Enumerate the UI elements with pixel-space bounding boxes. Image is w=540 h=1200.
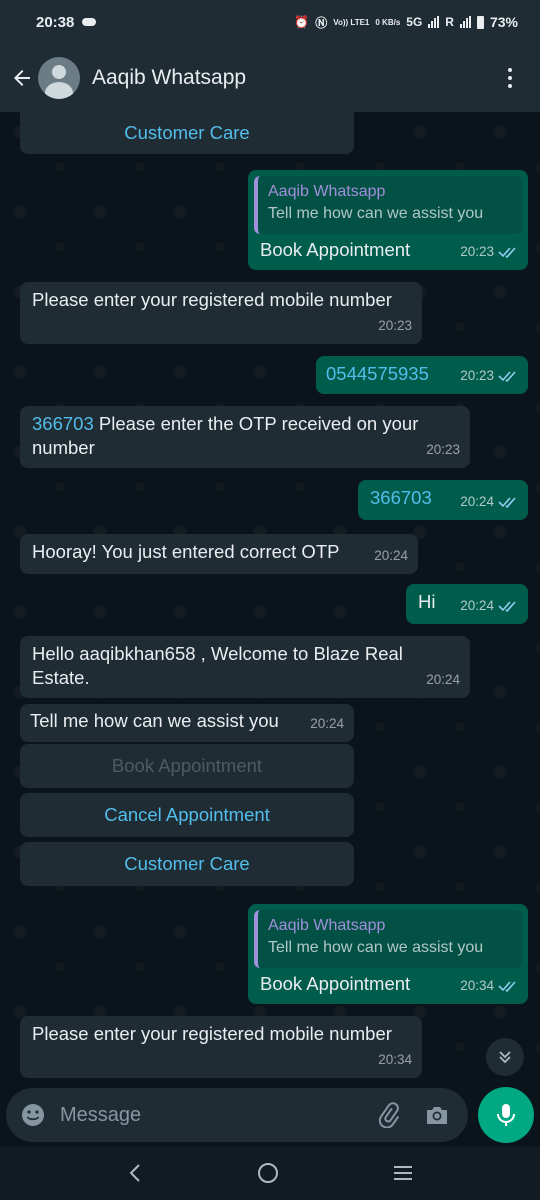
message-text: Hello aaqibkhan658 , Welcome to Blaze Re… <box>32 643 403 688</box>
outgoing-reply-message[interactable]: Aaqib Whatsapp Tell me how can we assist… <box>248 170 528 270</box>
outgoing-reply-message[interactable]: Aaqib Whatsapp Tell me how can we assist… <box>248 904 528 1004</box>
phone-number-link[interactable]: 0544575935 <box>326 363 429 384</box>
network-5g: 5G <box>406 15 423 29</box>
message-time: 20:23 <box>460 368 494 383</box>
message-time: 20:24 <box>310 716 344 731</box>
chat-header: Aaqib Whatsapp <box>0 44 540 112</box>
nav-back-icon[interactable] <box>125 1162 145 1184</box>
message-text: Please enter your registered mobile numb… <box>32 1023 392 1044</box>
message-text: Please enter your registered mobile numb… <box>32 289 392 310</box>
outgoing-message[interactable]: 366703 20:24 <box>358 480 528 520</box>
status-bar: 20:38 ⏰ Ⓝ Vo)) LTE1 0 KB/s 5G R 73% <box>0 0 540 44</box>
status-time: 20:38 <box>36 13 75 31</box>
message-text: Book Appointment <box>260 239 411 260</box>
message-text: Hooray! You just entered correct OTP <box>32 541 340 562</box>
system-nav-bar <box>0 1146 540 1200</box>
outgoing-message[interactable]: Hi 20:24 <box>406 584 528 624</box>
scroll-down-icon[interactable] <box>486 1038 524 1076</box>
volte-indicator: Vo)) LTE1 <box>333 17 370 27</box>
outgoing-message[interactable]: 0544575935 20:23 <box>316 356 528 394</box>
button-label: Customer Care <box>124 853 250 874</box>
nfc-icon: Ⓝ <box>315 15 328 30</box>
quote-text: Tell me how can we assist you <box>268 939 484 956</box>
nav-home-icon[interactable] <box>256 1161 280 1185</box>
status-indicators: ⏰ Ⓝ Vo)) LTE1 0 KB/s 5G R 73% <box>294 14 518 31</box>
back-arrow-icon[interactable] <box>8 64 36 92</box>
message-time: 20:24 <box>460 598 494 613</box>
message-input[interactable]: Message <box>6 1088 468 1142</box>
quote-text: Tell me how can we assist you <box>268 205 484 222</box>
camera-icon[interactable] <box>424 1102 450 1128</box>
message-placeholder: Message <box>60 1103 142 1126</box>
message-time: 20:23 <box>460 244 494 259</box>
message-text: Tell me how can we assist you <box>30 710 279 731</box>
quoted-message[interactable]: Aaqib Whatsapp Tell me how can we assist… <box>254 176 522 234</box>
incoming-message[interactable]: Hooray! You just entered correct OTP 20:… <box>20 534 418 574</box>
message-time: 20:34 <box>378 1052 412 1067</box>
book-appointment-button[interactable]: Book Appointment <box>20 744 354 788</box>
message-time: 20:23 <box>426 442 460 457</box>
alarm-icon: ⏰ <box>294 15 310 29</box>
message-time: 20:24 <box>460 494 494 509</box>
double-check-icon <box>498 981 516 992</box>
message-text: Book Appointment <box>260 973 411 994</box>
message-time: 20:23 <box>378 318 412 333</box>
double-check-icon <box>498 497 516 508</box>
message-time: 20:24 <box>426 672 460 687</box>
otp-link[interactable]: 366703 <box>370 487 432 508</box>
incoming-message[interactable]: 366703 Please enter the OTP received on … <box>20 406 470 468</box>
avatar-icon[interactable] <box>38 57 80 99</box>
emoji-icon[interactable] <box>20 1102 46 1128</box>
button-label: Cancel Appointment <box>104 804 270 825</box>
quote-author: Aaqib Whatsapp <box>268 183 386 200</box>
more-vert-icon[interactable] <box>500 64 520 92</box>
double-check-icon <box>498 601 516 612</box>
nav-recents-icon[interactable] <box>391 1162 415 1184</box>
chat-area[interactable]: Customer Care Aaqib Whatsapp Tell me how… <box>0 112 540 1082</box>
cloud-icon <box>82 18 97 26</box>
quote-author: Aaqib Whatsapp <box>268 917 386 934</box>
button-label: Customer Care <box>124 122 250 143</box>
customer-care-button[interactable]: Customer Care <box>20 842 354 886</box>
message-composer: Message <box>0 1082 540 1146</box>
signal-icon <box>428 16 440 28</box>
battery-icon <box>476 15 484 29</box>
button-label: Book Appointment <box>111 755 263 776</box>
incoming-message[interactable]: Please enter your registered mobile numb… <box>20 282 422 344</box>
cancel-appointment-button[interactable]: Cancel Appointment <box>20 793 354 837</box>
message-text: Hi <box>418 591 436 612</box>
data-speed: 0 KB/s <box>375 17 401 27</box>
message-time: 20:34 <box>460 978 494 993</box>
otp-link[interactable]: 366703 <box>32 413 94 434</box>
quoted-message[interactable]: Aaqib Whatsapp Tell me how can we assist… <box>254 910 522 968</box>
customer-care-button[interactable]: Customer Care <box>20 112 354 154</box>
roaming-indicator: R <box>445 15 454 29</box>
incoming-message[interactable]: Please enter your registered mobile numb… <box>20 1016 422 1078</box>
double-check-icon <box>498 371 516 382</box>
attach-icon[interactable] <box>376 1102 402 1128</box>
incoming-message[interactable]: Tell me how can we assist you 20:24 <box>20 704 354 742</box>
contact-name[interactable]: Aaqib Whatsapp <box>92 66 246 90</box>
signal-icon-2 <box>459 16 471 28</box>
mic-icon[interactable] <box>478 1087 534 1143</box>
double-check-icon <box>498 247 516 258</box>
message-time: 20:24 <box>374 548 408 563</box>
battery-level: 73% <box>489 14 518 30</box>
incoming-message[interactable]: Hello aaqibkhan658 , Welcome to Blaze Re… <box>20 636 470 698</box>
